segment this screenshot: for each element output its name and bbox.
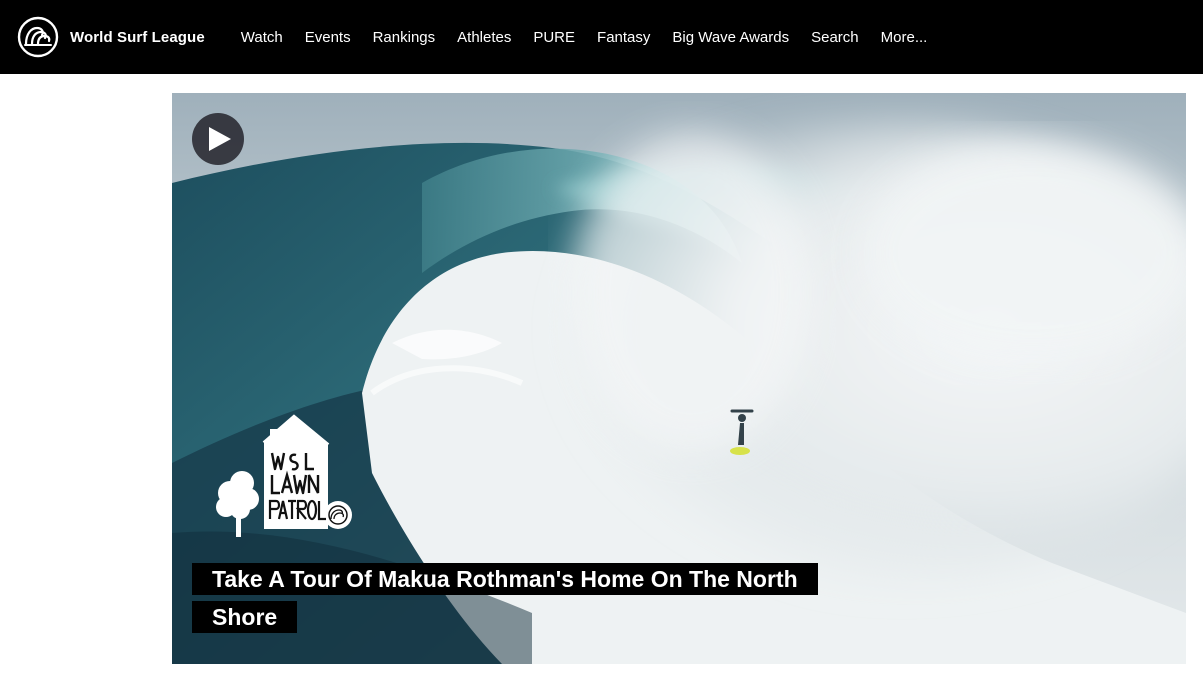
brand-home-link[interactable]: World Surf League: [17, 16, 205, 58]
nav-link-rankings[interactable]: Rankings: [373, 29, 436, 46]
nav-link-watch[interactable]: Watch: [241, 29, 283, 46]
main-nav: Watch Events Rankings Athletes PURE Fant…: [241, 29, 950, 46]
nav-link-pure[interactable]: PURE: [533, 29, 575, 46]
play-icon: [209, 127, 231, 151]
nav-link-fantasy[interactable]: Fantasy: [597, 29, 650, 46]
wsl-lawn-patrol-logo: [216, 414, 352, 537]
video-title-text[interactable]: Take A Tour Of Makua Rothman's Home On T…: [192, 563, 818, 633]
wsl-wave-logo-icon: [17, 16, 59, 58]
video-title[interactable]: Take A Tour Of Makua Rothman's Home On T…: [192, 560, 849, 636]
nav-link-search[interactable]: Search: [811, 29, 859, 46]
nav-link-big-wave-awards[interactable]: Big Wave Awards: [672, 29, 789, 46]
nav-link-more[interactable]: More...: [881, 29, 928, 46]
nav-link-events[interactable]: Events: [305, 29, 351, 46]
play-video-button[interactable]: [192, 113, 244, 165]
top-navigation-bar: World Surf League Watch Events Rankings …: [0, 0, 1203, 74]
nav-link-athletes[interactable]: Athletes: [457, 29, 511, 46]
featured-video-hero[interactable]: Take A Tour Of Makua Rothman's Home On T…: [172, 93, 1186, 664]
brand-name: World Surf League: [70, 28, 205, 46]
